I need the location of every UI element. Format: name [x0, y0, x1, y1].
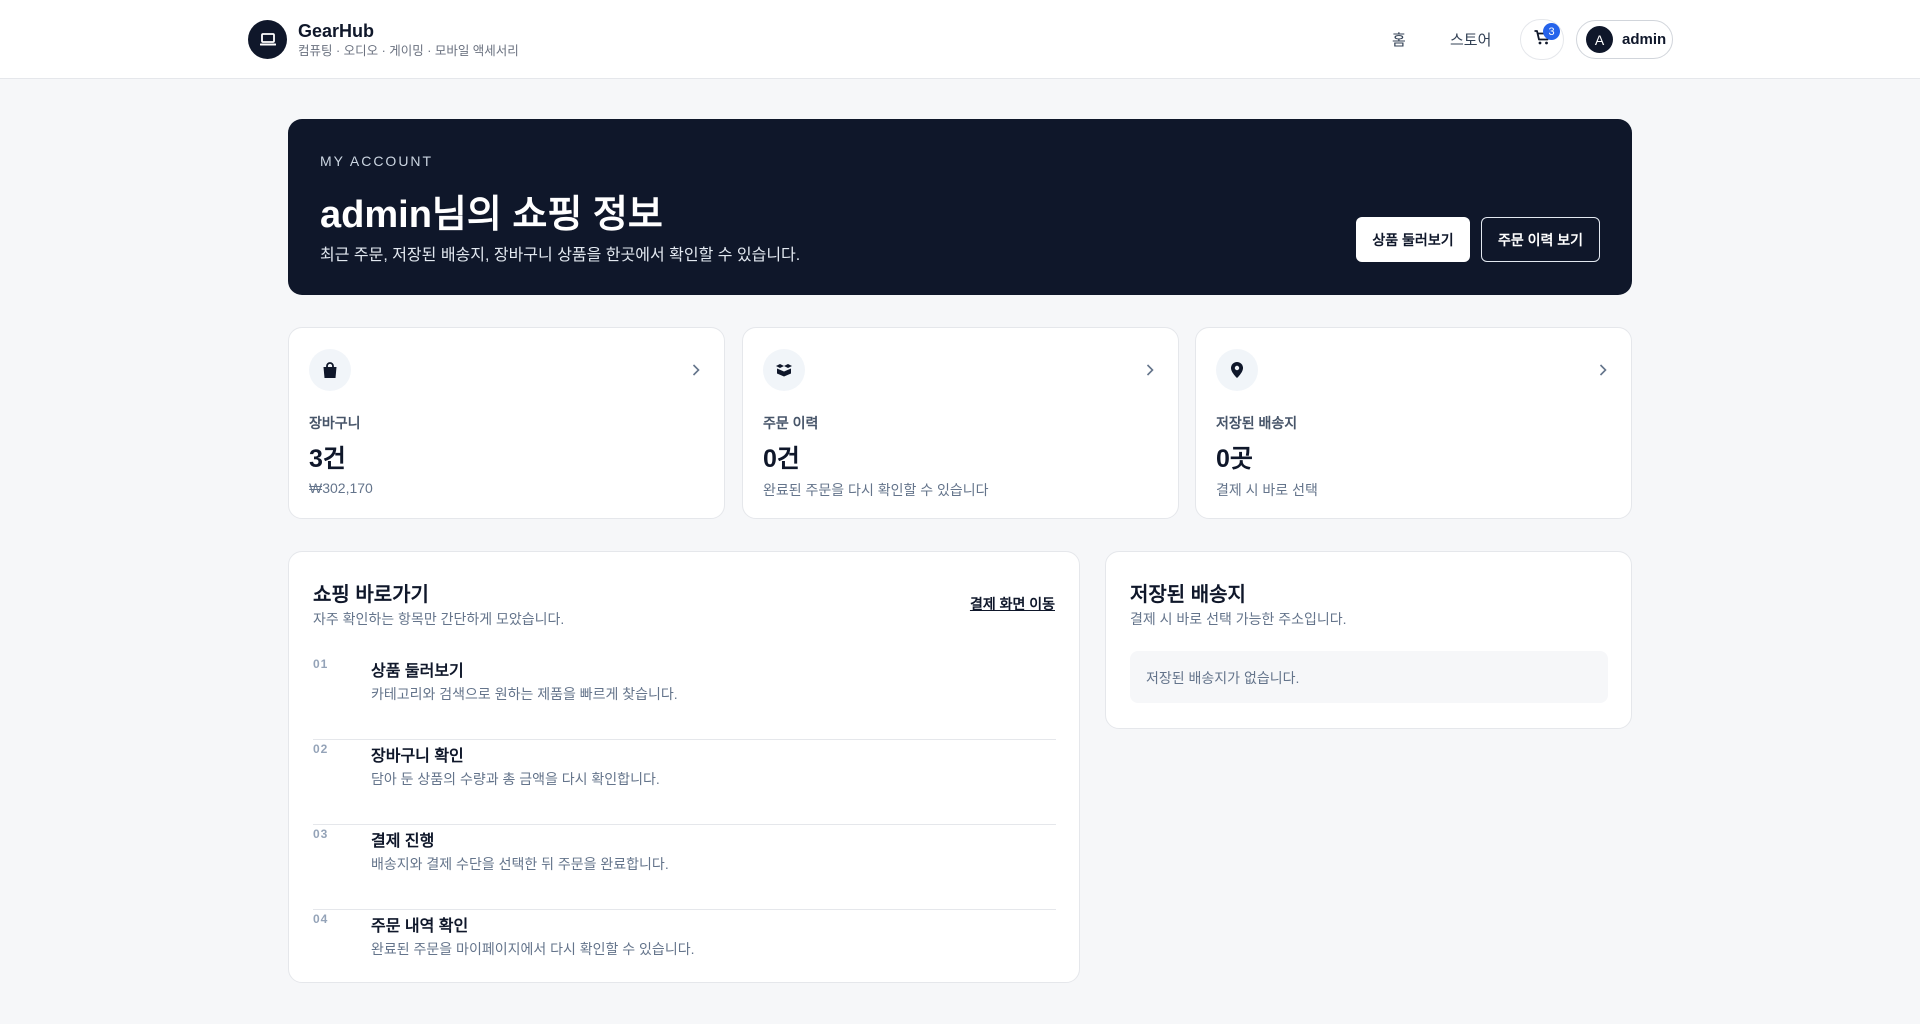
go-to-checkout-link[interactable]: 결제 화면 이동: [970, 594, 1055, 614]
map-pin-icon: [1216, 349, 1258, 391]
step-number: 04: [313, 912, 329, 926]
empty-addresses-box: 저장된 배송지가 없습니다.: [1130, 651, 1608, 703]
view-order-history-button[interactable]: 주문 이력 보기: [1481, 217, 1600, 262]
addresses-title: 저장된 배송지: [1130, 584, 1246, 606]
step-title: 결제 진행: [371, 833, 435, 850]
hero-description: 최근 주문, 저장된 배송지, 장바구니 상품을 한곳에서 확인할 수 있습니다…: [320, 247, 801, 264]
step-title: 상품 둘러보기: [371, 663, 464, 680]
brand-text: GearHub 컴퓨팅 · 오디오 · 게이밍 · 모바일 액세서리: [298, 20, 519, 59]
page-title: admin님의 쇼핑 정보: [320, 194, 663, 236]
stat-card-orders[interactable]: 주문 이력 0건 완료된 주문을 다시 확인할 수 있습니다: [742, 327, 1179, 519]
empty-addresses-message: 저장된 배송지가 없습니다.: [1146, 670, 1300, 686]
step-description: 완료된 주문을 마이페이지에서 다시 확인할 수 있습니다.: [371, 941, 695, 957]
chevron-right-icon: [692, 363, 700, 381]
step-description: 카테고리와 검색으로 원하는 제품을 빠르게 찾습니다.: [371, 686, 678, 702]
brand-tagline: 컴퓨팅 · 오디오 · 게이밍 · 모바일 액세서리: [298, 44, 519, 58]
user-name: admin: [1622, 31, 1667, 48]
stat-card-cart[interactable]: 장바구니 3건 ₩302,170: [288, 327, 725, 519]
shortcut-step[interactable]: 01 상품 둘러보기 카테고리와 검색으로 원하는 제품을 빠르게 찾습니다.: [313, 655, 1056, 740]
shopping-bag-icon: [309, 349, 351, 391]
chevron-right-icon: [1146, 363, 1154, 381]
stat-subtext: 완료된 주문을 다시 확인할 수 있습니다: [763, 482, 989, 498]
stat-label: 주문 이력: [763, 415, 819, 431]
cart-button[interactable]: 3: [1520, 19, 1564, 60]
shopping-shortcuts-panel: 쇼핑 바로가기 자주 확인하는 항목만 간단하게 모았습니다. 결제 화면 이동…: [288, 551, 1080, 983]
shortcuts-title: 쇼핑 바로가기: [313, 584, 429, 606]
stat-value: 0건: [763, 445, 800, 473]
browse-products-button[interactable]: 상품 둘러보기: [1356, 217, 1470, 262]
chevron-right-icon: [1599, 363, 1607, 381]
top-navigation-bar: GearHub 컴퓨팅 · 오디오 · 게이밍 · 모바일 액세서리 홈 스토어…: [0, 0, 1920, 79]
saved-addresses-panel: 저장된 배송지 결제 시 바로 선택 가능한 주소입니다. 저장된 배송지가 없…: [1105, 551, 1632, 729]
nav-store-link[interactable]: 스토어: [1450, 29, 1491, 50]
stat-value: 3건: [309, 445, 346, 473]
stat-label: 저장된 배송지: [1216, 415, 1298, 431]
shortcut-step[interactable]: 04 주문 내역 확인 완료된 주문을 마이페이지에서 다시 확인할 수 있습니…: [313, 910, 1056, 995]
step-number: 01: [313, 657, 329, 671]
laptop-icon: [248, 20, 287, 59]
stat-value: 0곳: [1216, 445, 1253, 473]
step-description: 배송지와 결제 수단을 선택한 뒤 주문을 완료합니다.: [371, 856, 669, 872]
step-description: 담아 둔 상품의 수량과 총 금액을 다시 확인합니다.: [371, 771, 660, 787]
hero-eyebrow: MY ACCOUNT: [320, 153, 434, 169]
account-hero-banner: MY ACCOUNT admin님의 쇼핑 정보 최근 주문, 저장된 배송지,…: [288, 119, 1632, 295]
step-number: 03: [313, 827, 329, 841]
boxes-icon: [763, 349, 805, 391]
addresses-description: 결제 시 바로 선택 가능한 주소입니다.: [1130, 611, 1347, 627]
avatar: A: [1586, 26, 1613, 53]
shortcut-step[interactable]: 03 결제 진행 배송지와 결제 수단을 선택한 뒤 주문을 완료합니다.: [313, 825, 1056, 910]
stat-subtext: 결제 시 바로 선택: [1216, 482, 1318, 498]
stat-card-addresses[interactable]: 저장된 배송지 0곳 결제 시 바로 선택: [1195, 327, 1632, 519]
shortcuts-description: 자주 확인하는 항목만 간단하게 모았습니다.: [313, 611, 565, 627]
step-title: 장바구니 확인: [371, 748, 464, 765]
nav-home-link[interactable]: 홈: [1392, 29, 1406, 50]
step-title: 주문 내역 확인: [371, 918, 469, 935]
stat-label: 장바구니: [309, 415, 361, 431]
brand-home-link[interactable]: GearHub 컴퓨팅 · 오디오 · 게이밍 · 모바일 액세서리: [248, 20, 519, 59]
user-menu-button[interactable]: A admin: [1576, 20, 1673, 59]
step-number: 02: [313, 742, 329, 756]
stat-subtext: ₩302,170: [309, 480, 373, 496]
cart-count-badge: 3: [1543, 23, 1560, 40]
shortcut-step[interactable]: 02 장바구니 확인 담아 둔 상품의 수량과 총 금액을 다시 확인합니다.: [313, 740, 1056, 825]
brand-name: GearHub: [298, 21, 375, 41]
